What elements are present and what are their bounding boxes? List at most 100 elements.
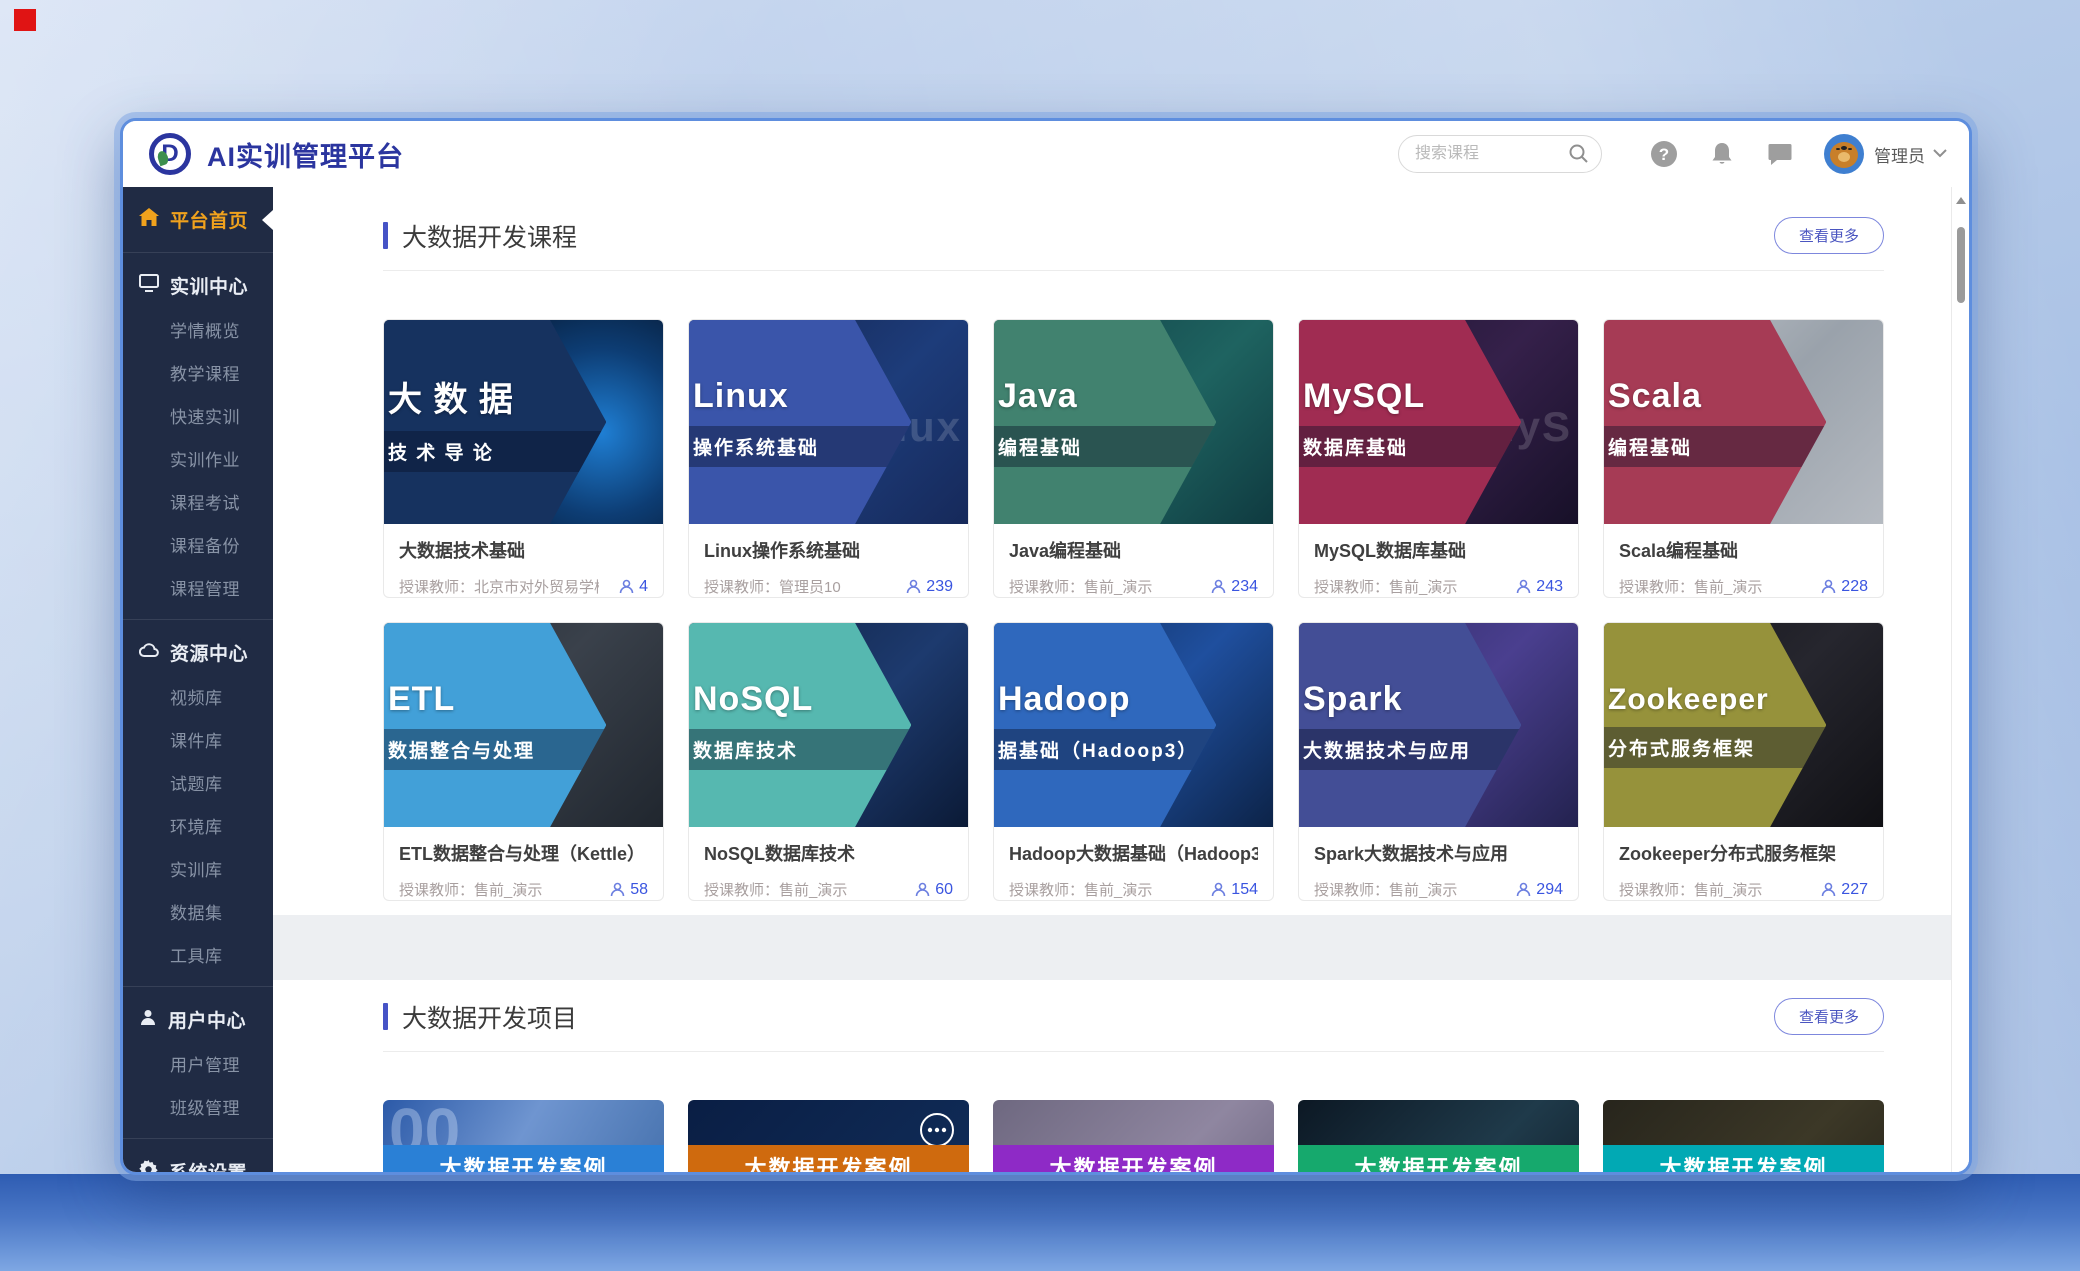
project-card[interactable]: 大数据开发案例 (1298, 1100, 1579, 1175)
course-title: ETL数据整合与处理（Kettle） (399, 840, 648, 866)
sidebar-item-training-center[interactable]: 实训中心 (123, 263, 273, 308)
cover-chevron: Scala 编程基础 (1604, 320, 1826, 524)
person-icon (1211, 882, 1226, 897)
student-count: 154 (1211, 881, 1258, 899)
course-title: Spark大数据技术与应用 (1314, 840, 1563, 866)
course-card[interactable]: inux Linux 操作系统基础 Linux操作系统基础 授课教师：管理员10 (688, 319, 969, 598)
course-title: Linux操作系统基础 (704, 537, 953, 563)
course-card[interactable]: Hadoop 据基础（Hadoop3） Hadoop大数据基础（Hadoop3）… (993, 622, 1274, 901)
course-card[interactable]: Spark 大数据技术与应用 Spark大数据技术与应用 授课教师：售前_演示 … (1298, 622, 1579, 901)
view-more-projects-button[interactable]: 查看更多 (1774, 998, 1884, 1035)
cover-chevron: ETL 数据整合与处理 (384, 623, 606, 827)
cover-subtitle: 编程基础 (994, 426, 1216, 467)
cover-title: MySQL (1299, 377, 1521, 416)
student-count: 60 (915, 881, 953, 899)
scroll-up-arrow-icon[interactable] (1956, 197, 1966, 204)
cover-subtitle: 编程基础 (1604, 426, 1826, 467)
project-banner: 大数据开发案例 (688, 1145, 969, 1175)
cover-subtitle: 数据库基础 (1299, 426, 1521, 467)
student-count: 227 (1821, 881, 1868, 899)
sidebar-item-dataset[interactable]: 数据集 (123, 890, 273, 933)
section-title-bar (383, 1003, 388, 1030)
sidebar-item-system-settings[interactable]: 系统设置 (123, 1149, 273, 1175)
sidebar-item-question-library[interactable]: 试题库 (123, 761, 273, 804)
section-projects: 大数据开发项目 查看更多 00 大数据开发案例 (273, 980, 1951, 1175)
svg-text:?: ? (1659, 145, 1669, 164)
course-card[interactable]: 大 数 据 技 术 导 论 大数据技术基础 授课教师：北京市对外贸易学校教...… (383, 319, 664, 598)
sidebar-item-teaching-courses[interactable]: 教学课程 (123, 351, 273, 394)
user-avatar[interactable] (1824, 134, 1864, 174)
user-name[interactable]: 管理员 (1874, 142, 1925, 167)
main-content: 大数据开发课程 查看更多 大 数 据 技 术 导 论 (273, 187, 1969, 1175)
course-card[interactable]: Java 编程基础 Java编程基础 授课教师：售前_演示 234 (993, 319, 1274, 598)
course-teacher: 授课教师：售前_演示 (1619, 576, 1762, 597)
cover-title: Spark (1299, 680, 1521, 719)
sidebar-item-course-exams[interactable]: 课程考试 (123, 480, 273, 523)
cover-chevron: Java 编程基础 (994, 320, 1216, 524)
cover-chevron: 大 数 据 技 术 导 论 (384, 320, 606, 524)
project-cover: 大数据开发案例 (1298, 1100, 1579, 1175)
sidebar-item-home[interactable]: 平台首页 (123, 197, 273, 242)
cover-chevron: Linux 操作系统基础 (689, 320, 911, 524)
cover-chevron: MySQL 数据库基础 (1299, 320, 1521, 524)
cover-subtitle: 技 术 导 论 (384, 431, 606, 472)
sidebar-item-training-homework[interactable]: 实训作业 (123, 437, 273, 480)
message-bubble-icon[interactable] (1766, 140, 1794, 168)
project-card[interactable]: 大数据开发案例 (688, 1100, 969, 1175)
sidebar-item-class-management[interactable]: 班级管理 (123, 1085, 273, 1128)
sidebar-item-study-overview[interactable]: 学情概览 (123, 308, 273, 351)
sidebar-item-course-backup[interactable]: 课程备份 (123, 523, 273, 566)
sidebar-item-quick-training[interactable]: 快速实训 (123, 394, 273, 437)
course-card[interactable]: Scala 编程基础 Scala编程基础 授课教师：售前_演示 228 (1603, 319, 1884, 598)
person-icon (1211, 579, 1226, 594)
project-cover: 大数据开发案例 (1603, 1100, 1884, 1175)
sidebar-item-video-library[interactable]: 视频库 (123, 675, 273, 718)
caret-down-icon[interactable] (1933, 145, 1947, 163)
cover-title: Hadoop (994, 680, 1216, 719)
project-card[interactable]: 大数据开发案例 (993, 1100, 1274, 1175)
help-icon[interactable]: ? (1650, 140, 1678, 168)
content-scrollbar[interactable] (1951, 187, 1969, 1175)
sidebar-item-environment-library[interactable]: 环境库 (123, 804, 273, 847)
course-teacher: 授课教师：售前_演示 (1314, 576, 1457, 597)
gear-icon (139, 1160, 158, 1176)
person-icon (1516, 882, 1531, 897)
sidebar-item-user-management[interactable]: 用户管理 (123, 1042, 273, 1085)
sidebar-item-tool-library[interactable]: 工具库 (123, 933, 273, 976)
course-card[interactable]: NoSQL 数据库技术 NoSQL数据库技术 授课教师：售前_演示 60 (688, 622, 969, 901)
monitor-icon (139, 274, 159, 297)
notification-bell-icon[interactable] (1708, 140, 1736, 168)
active-notch (262, 210, 273, 230)
sidebar-item-resource-center[interactable]: 资源中心 (123, 630, 273, 675)
cover-subtitle: 数据库技术 (689, 729, 911, 770)
search-box (1398, 135, 1602, 173)
section-title-bar (383, 222, 388, 249)
screen-marker (14, 9, 36, 31)
student-count: 294 (1516, 881, 1563, 899)
project-card[interactable]: 大数据开发案例 (1603, 1100, 1884, 1175)
project-banner: 大数据开发案例 (1603, 1145, 1884, 1175)
cover-title: ETL (384, 680, 606, 719)
course-card[interactable]: ETL 数据整合与处理 ETL数据整合与处理（Kettle） 授课教师：售前_演… (383, 622, 664, 901)
sidebar-item-training-library[interactable]: 实训库 (123, 847, 273, 890)
course-card[interactable]: Zookeeper 分布式服务框架 Zookeeper分布式服务框架 授课教师：… (1603, 622, 1884, 901)
course-card[interactable]: MyS MySQL 数据库基础 MySQL数据库基础 授课教师：售前_演示 (1298, 319, 1579, 598)
sidebar-item-courseware-library[interactable]: 课件库 (123, 718, 273, 761)
project-cover: 大数据开发案例 (688, 1100, 969, 1175)
project-card[interactable]: 00 大数据开发案例 (383, 1100, 664, 1175)
student-count: 4 (619, 578, 648, 596)
sidebar-item-user-center[interactable]: 用户中心 (123, 997, 273, 1042)
scrollbar-thumb[interactable] (1957, 227, 1965, 303)
search-icon[interactable] (1568, 143, 1590, 170)
cover-title: Zookeeper (1604, 683, 1826, 717)
cover-title: 大 数 据 (384, 372, 606, 421)
view-more-courses-button[interactable]: 查看更多 (1774, 217, 1884, 254)
course-teacher: 授课教师：售前_演示 (399, 879, 542, 900)
course-cover: Java 编程基础 (994, 320, 1273, 524)
sidebar-item-course-management[interactable]: 课程管理 (123, 566, 273, 609)
cover-chevron: Hadoop 据基础（Hadoop3） (994, 623, 1216, 827)
course-title: 大数据技术基础 (399, 537, 648, 563)
course-title: Hadoop大数据基础（Hadoop3） (1009, 840, 1258, 866)
person-icon (906, 579, 921, 594)
cover-subtitle: 据基础（Hadoop3） (994, 729, 1216, 770)
